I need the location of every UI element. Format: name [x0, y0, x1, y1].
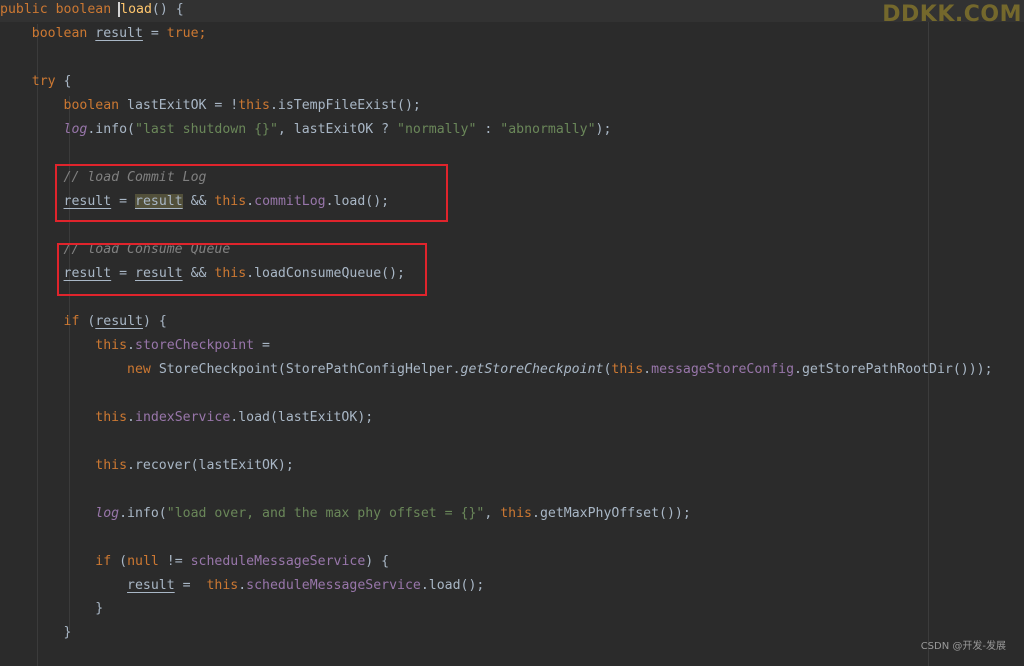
keyword: this: [500, 506, 532, 521]
code-text: .info(: [119, 506, 167, 521]
code-text: StoreCheckpoint(StorePathConfigHelper.: [150, 362, 461, 377]
code-line[interactable]: this.indexService.load(lastExitOK);: [0, 406, 1024, 430]
field: scheduleMessageService: [246, 578, 421, 593]
string-literal: "normally": [397, 122, 477, 137]
code-text: {: [55, 74, 72, 89]
code-text: .getMaxPhyOffset());: [532, 506, 691, 521]
keyword: this: [611, 362, 644, 377]
keyword: if: [95, 554, 112, 569]
highlight-box-consume-queue: [57, 243, 427, 296]
code-line[interactable]: log.info("load over, and the max phy off…: [0, 502, 1024, 526]
code-line[interactable]: try {: [0, 70, 1024, 94]
code-line[interactable]: boolean result = true;: [0, 22, 1024, 46]
keyword: this: [206, 578, 239, 593]
string-literal: "last shutdown {}": [135, 122, 278, 137]
code-line[interactable]: boolean lastExitOK = !this.isTempFileExi…: [0, 94, 1024, 118]
code-text: ) {: [142, 314, 167, 329]
code-text: =: [254, 338, 270, 353]
highlight-box-commit-log: [55, 164, 448, 222]
code-text: .load();: [420, 578, 485, 593]
keyword: boolean: [63, 98, 120, 113]
code-line[interactable]: }: [0, 621, 1024, 645]
code-text: .load(lastExitOK);: [230, 410, 374, 425]
code-text: =: [142, 26, 167, 41]
semicolon: ;: [198, 26, 207, 41]
string-literal: "load over, and the max phy offset = {}": [166, 506, 485, 521]
field: indexService: [135, 410, 231, 425]
closing-brace: }: [95, 601, 104, 616]
code-text: .: [643, 362, 652, 377]
field: messageStoreConfig: [651, 362, 795, 377]
string-literal: "abnormally": [500, 122, 596, 137]
method-name: load: [120, 2, 152, 17]
keyword: this: [95, 410, 128, 425]
closing-brace: }: [63, 625, 72, 640]
code-text: (: [111, 554, 128, 569]
keyword: try: [31, 74, 56, 89]
variable-result: result: [95, 26, 143, 41]
variable-result: result: [95, 314, 143, 329]
code-line[interactable]: log.info("last shutdown {}", lastExitOK …: [0, 118, 1024, 142]
code-text: );: [595, 122, 612, 137]
keyword: this: [238, 98, 270, 113]
keyword: new: [127, 362, 151, 377]
keyword: if: [63, 314, 80, 329]
code-text: =: [174, 578, 207, 593]
code-text: !=: [158, 554, 191, 569]
field: scheduleMessageService: [190, 554, 366, 569]
watermark-logo: DDKK.COM: [882, 2, 1022, 27]
code-line[interactable]: }: [0, 597, 1024, 621]
field: storeCheckpoint: [135, 338, 255, 353]
code-text: :: [476, 122, 501, 137]
code-text: .: [127, 410, 135, 425]
keyword: boolean: [55, 2, 112, 17]
code-line[interactable]: new StoreCheckpoint(StorePathConfigHelpe…: [0, 358, 1024, 382]
code-line[interactable]: if (result) {: [0, 310, 1024, 334]
watermark-csdn: CSDN @开发-发展: [920, 641, 1006, 652]
keyword: true: [166, 26, 199, 41]
static-method: getStoreCheckpoint: [460, 362, 604, 377]
variable-result: result: [127, 578, 175, 593]
keyword: this: [95, 338, 128, 353]
code-text: () {: [151, 2, 184, 17]
code-text: .: [238, 578, 247, 593]
code-text: ) {: [365, 554, 390, 569]
keyword: null: [127, 554, 159, 569]
field-log: log: [63, 122, 88, 137]
code-text: lastExitOK = !: [119, 98, 239, 113]
code-line[interactable]: this.storeCheckpoint =: [0, 334, 1024, 358]
keyword: boolean: [31, 26, 88, 41]
code-editor[interactable]: public boolean load() { boolean result =…: [0, 0, 1024, 666]
code-text: .info(: [87, 122, 135, 137]
code-text: (: [79, 314, 96, 329]
field-log: log: [95, 506, 120, 521]
code-line[interactable]: if (null != scheduleMessageService) {: [0, 550, 1024, 574]
code-text: .recover(lastExitOK);: [127, 458, 294, 473]
code-line[interactable]: result = this.scheduleMessageService.loa…: [0, 574, 1024, 598]
code-text: ,: [484, 506, 501, 521]
code-text: .getStorePathRootDir()));: [794, 362, 993, 377]
keyword: public: [0, 2, 48, 17]
code-text: .: [127, 338, 135, 353]
code-text: .isTempFileExist();: [269, 98, 421, 113]
keyword: this: [95, 458, 128, 473]
code-line-method-signature[interactable]: public boolean load() {: [0, 0, 1024, 22]
code-text: , lastExitOK ?: [277, 122, 398, 137]
code-line[interactable]: this.recover(lastExitOK);: [0, 454, 1024, 478]
